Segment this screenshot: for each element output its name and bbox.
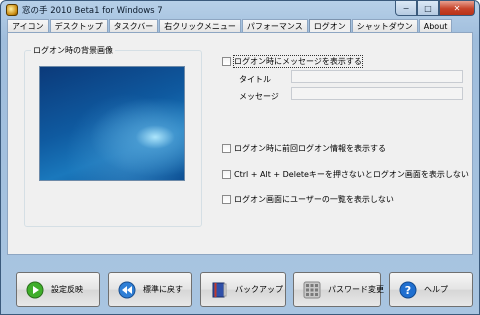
- message-field-label: メッセージ: [239, 92, 279, 101]
- ctrl-alt-del-label: Ctrl + Alt + Deleteキーを押さないとログオン画面を表示しない: [234, 170, 469, 179]
- rewind-icon: [117, 280, 137, 300]
- tab-strip: アイコン デスクトップ タスクバー 右クリックメニュー パフォーマンス ログオン…: [7, 19, 453, 34]
- show-message-label: ログオン時にメッセージを表示する: [233, 55, 363, 68]
- restore-default-button[interactable]: 標準に戻す: [108, 272, 192, 307]
- book-icon: [209, 280, 229, 300]
- tab-desktop[interactable]: デスクトップ: [49, 19, 108, 33]
- app-window: 窓の手 2010 Beta1 for Windows 7 − □ ✕ アイコン …: [0, 0, 480, 315]
- tab-performance[interactable]: パフォーマンス: [241, 19, 308, 33]
- background-image-group: ログオン時の背景画像: [24, 45, 202, 227]
- keypad-icon: [302, 280, 322, 300]
- previous-logon-label: ログオン時に前回ログオン情報を表示する: [234, 144, 386, 153]
- ctrl-alt-del-checkbox[interactable]: [222, 170, 231, 179]
- title-field-label: タイトル: [239, 75, 271, 84]
- backup-button[interactable]: バックアップ: [200, 272, 286, 307]
- tab-shutdown[interactable]: シャットダウン: [351, 19, 418, 33]
- hide-user-list-checkbox[interactable]: [222, 195, 231, 204]
- help-button[interactable]: ? ヘルプ: [389, 272, 473, 307]
- backup-label: バックアップ: [235, 285, 283, 294]
- logon-panel: ログオン時の背景画像 ログオン時にメッセージを表示する タイトル メッセージ ロ…: [7, 32, 473, 255]
- ctrl-alt-del-option[interactable]: Ctrl + Alt + Deleteキーを押さないとログオン画面を表示しない: [222, 169, 469, 180]
- show-message-checkbox[interactable]: [222, 57, 231, 66]
- show-message-option[interactable]: ログオン時にメッセージを表示する: [222, 55, 363, 68]
- hide-user-list-label: ログオン画面にユーザーの一覧を表示しない: [234, 195, 394, 204]
- apply-settings-label: 設定反映: [51, 285, 83, 294]
- previous-logon-option[interactable]: ログオン時に前回ログオン情報を表示する: [222, 143, 386, 154]
- maximize-button[interactable]: □: [417, 1, 439, 16]
- message-input[interactable]: [291, 87, 463, 100]
- help-label: ヘルプ: [424, 285, 448, 294]
- help-icon: ?: [398, 280, 418, 300]
- app-icon: [6, 4, 18, 16]
- title-input[interactable]: [291, 70, 463, 83]
- play-icon: [25, 280, 45, 300]
- apply-settings-button[interactable]: 設定反映: [16, 272, 100, 307]
- background-preview-image[interactable]: [39, 66, 185, 181]
- restore-default-label: 標準に戻す: [143, 285, 183, 294]
- close-button[interactable]: ✕: [439, 1, 475, 16]
- tab-icon[interactable]: アイコン: [7, 19, 49, 33]
- previous-logon-checkbox[interactable]: [222, 144, 231, 153]
- change-password-label: パスワード変更: [328, 285, 384, 294]
- minimize-button[interactable]: −: [395, 1, 417, 16]
- background-group-title: ログオン時の背景画像: [31, 45, 115, 56]
- hide-user-list-option[interactable]: ログオン画面にユーザーの一覧を表示しない: [222, 194, 394, 205]
- change-password-button[interactable]: パスワード変更: [293, 272, 384, 307]
- window-controls: − □ ✕: [395, 1, 475, 17]
- title-bar[interactable]: 窓の手 2010 Beta1 for Windows 7 − □ ✕: [1, 1, 479, 19]
- svg-text:?: ?: [405, 284, 411, 297]
- tab-about[interactable]: About: [418, 19, 453, 33]
- tab-context-menu[interactable]: 右クリックメニュー: [159, 19, 241, 33]
- window-title: 窓の手 2010 Beta1 for Windows 7: [22, 6, 163, 16]
- tab-taskbar[interactable]: タスクバー: [108, 19, 159, 33]
